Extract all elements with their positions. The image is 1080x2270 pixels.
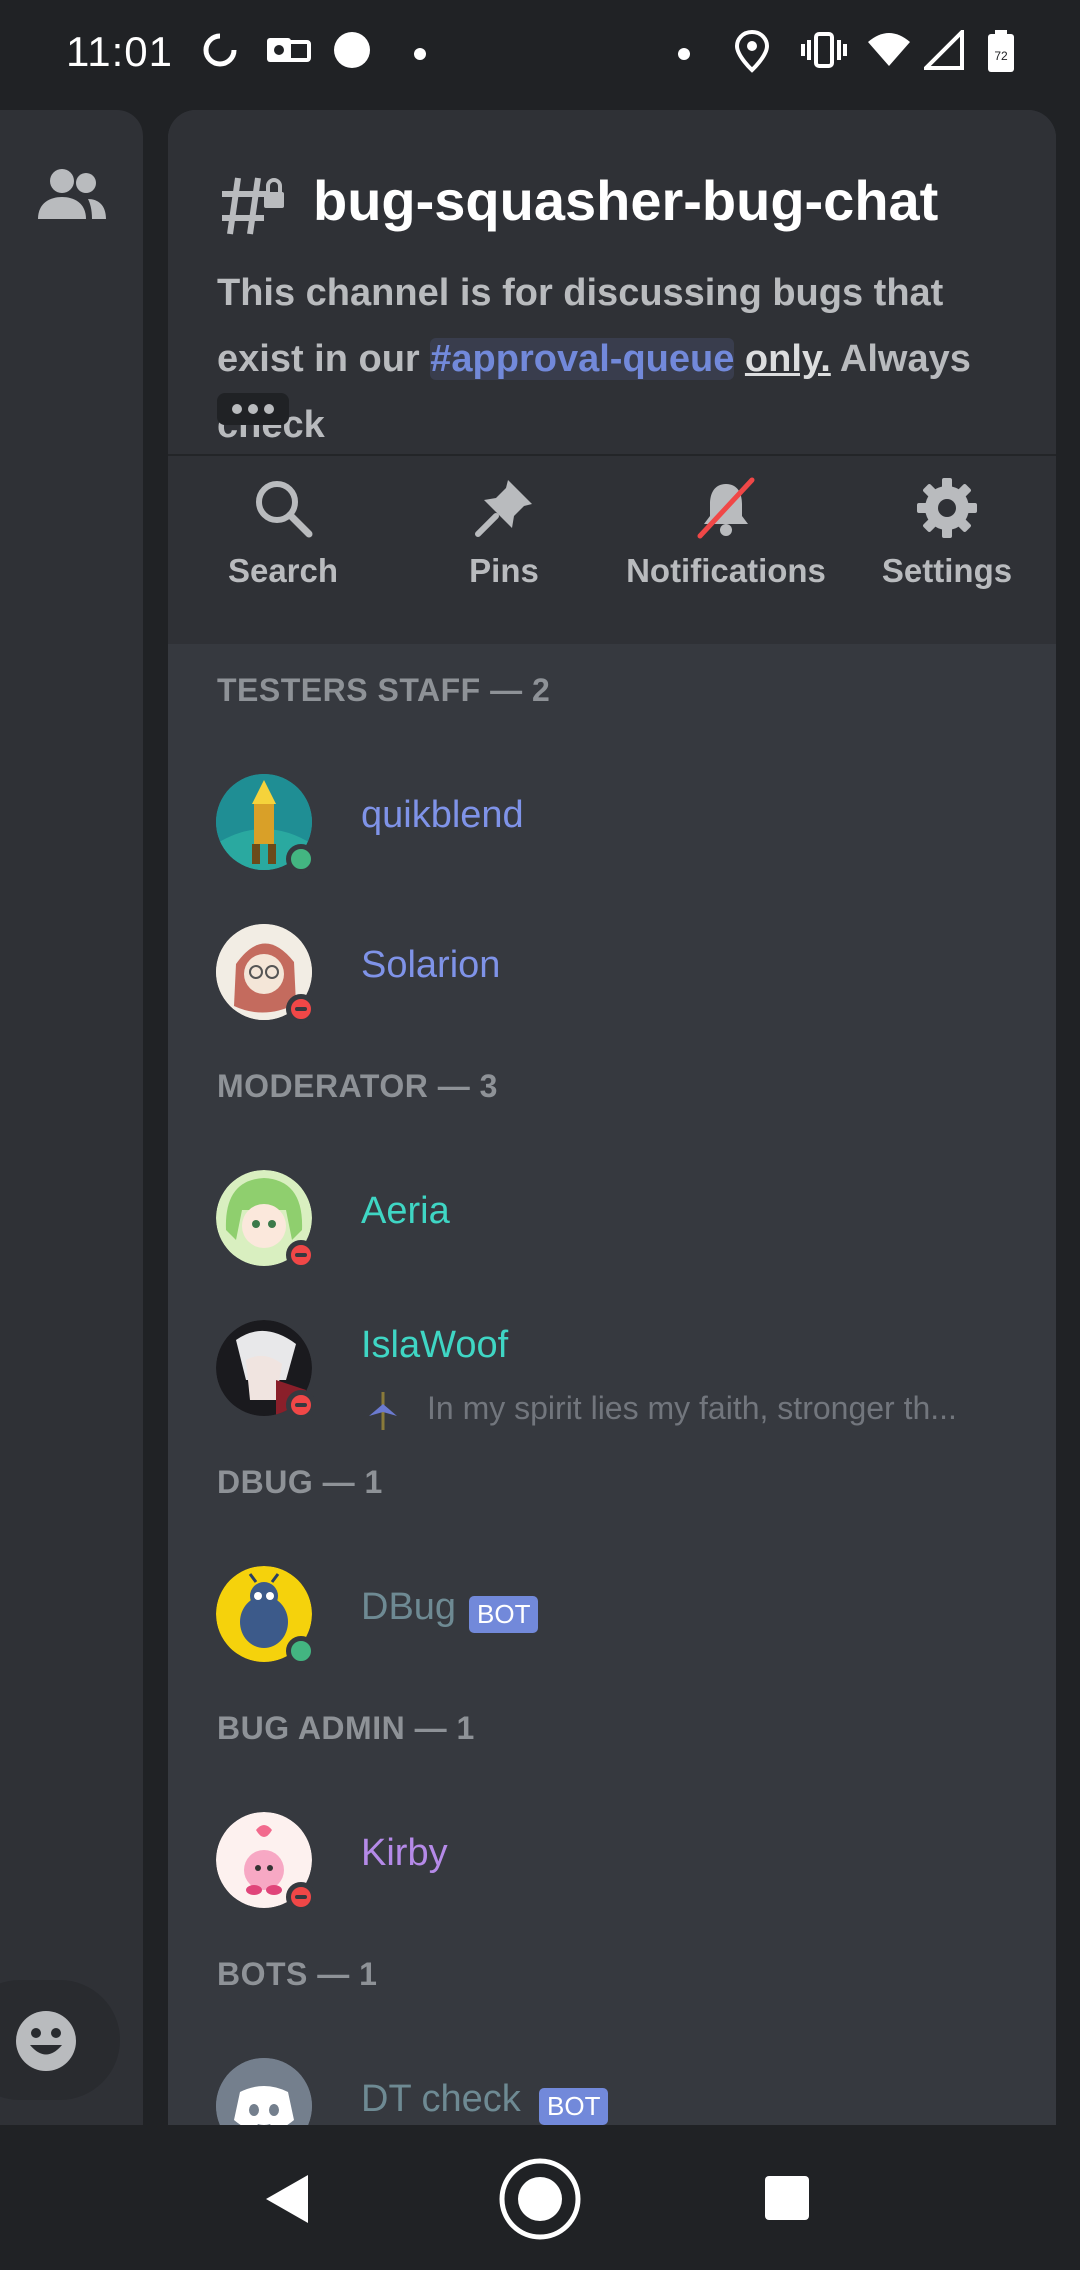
status-dnd-indicator bbox=[286, 1882, 316, 1912]
channel-mention-link[interactable]: #approval-queue bbox=[430, 338, 735, 380]
section-testers-staff: TESTERS STAFF — 2 bbox=[217, 672, 551, 708]
circle-notification-icon bbox=[334, 32, 370, 68]
emoji-button[interactable] bbox=[0, 1980, 120, 2100]
back-icon[interactable] bbox=[262, 2173, 312, 2225]
channel-chat-background bbox=[0, 110, 143, 2125]
home-icon[interactable] bbox=[498, 2157, 582, 2241]
outlook-icon bbox=[267, 38, 311, 62]
member-dt-check[interactable]: DT check BOT bbox=[168, 2048, 1056, 2125]
notifications-label: Notifications bbox=[626, 552, 826, 589]
discord-logo-icon bbox=[216, 2058, 312, 2125]
members-icon[interactable] bbox=[34, 165, 108, 225]
search-button[interactable]: Search bbox=[173, 476, 393, 590]
wifi-icon bbox=[868, 33, 910, 66]
vibrate-icon bbox=[801, 32, 847, 68]
settings-label: Settings bbox=[881, 552, 1013, 589]
member-dbug[interactable]: DBug BOT bbox=[168, 1556, 1056, 1676]
pins-button[interactable]: Pins bbox=[394, 476, 614, 590]
section-moderator: MODERATOR — 3 bbox=[217, 1068, 498, 1104]
sync-icon bbox=[203, 33, 237, 67]
recents-icon[interactable] bbox=[764, 2175, 810, 2221]
bot-tag: BOT bbox=[469, 1596, 539, 1633]
bell-muted-icon bbox=[697, 477, 755, 539]
status-online-indicator bbox=[286, 844, 316, 874]
member-name: DBug bbox=[361, 1586, 457, 1628]
location-icon bbox=[734, 30, 770, 73]
dot-icon bbox=[414, 48, 426, 60]
channel-topic: This channel is for discussing bugs that… bbox=[217, 260, 1017, 458]
status-time: 11:01 bbox=[66, 28, 173, 75]
dot-icon-2 bbox=[678, 48, 690, 60]
topic-more-button[interactable] bbox=[217, 393, 289, 425]
channel-actions-bar: Search Pins Notifications Settings bbox=[168, 456, 1056, 644]
member-solarion[interactable]: Solarion bbox=[168, 914, 1056, 1034]
status-dnd-indicator bbox=[286, 1390, 316, 1420]
channel-details-panel: bug-squasher-bug-chat This channel is fo… bbox=[168, 110, 1056, 2125]
status-dnd-indicator bbox=[286, 1240, 316, 1270]
search-icon bbox=[256, 481, 313, 538]
avatar bbox=[216, 2058, 312, 2125]
search-label: Search bbox=[227, 552, 339, 589]
member-name: Kirby bbox=[361, 1832, 448, 1874]
member-kirby[interactable]: Kirby bbox=[168, 1802, 1056, 1922]
member-name: Solarion bbox=[361, 944, 501, 986]
section-dbug: DBUG — 1 bbox=[217, 1464, 383, 1500]
status-dnd-indicator bbox=[286, 994, 316, 1024]
member-aeria[interactable]: Aeria bbox=[168, 1160, 1056, 1280]
pins-label: Pins bbox=[469, 552, 539, 589]
channel-header: bug-squasher-bug-chat This channel is fo… bbox=[168, 110, 1056, 458]
pin-icon bbox=[475, 480, 532, 537]
battery-level: 72 bbox=[994, 49, 1008, 63]
member-name: DT check bbox=[361, 2078, 521, 2120]
private-channel-icon bbox=[222, 177, 284, 235]
status-bar: 11:01 72 bbox=[0, 0, 1080, 110]
channel-name: bug-squasher-bug-chat bbox=[313, 169, 939, 232]
battery-icon: 72 bbox=[988, 30, 1014, 72]
member-name: IslaWoof bbox=[361, 1324, 509, 1366]
more-icon bbox=[232, 404, 274, 414]
bot-tag: BOT bbox=[539, 2088, 609, 2125]
emoji-icon bbox=[16, 2011, 76, 2071]
member-islawoof[interactable]: IslaWoof In my spirit lies my faith, str… bbox=[168, 1310, 1056, 1430]
gear-icon bbox=[917, 478, 977, 538]
signal-icon bbox=[924, 30, 964, 70]
member-activity: In my spirit lies my faith, stronger th.… bbox=[427, 1390, 957, 1426]
section-bug-admin: BUG ADMIN — 1 bbox=[217, 1710, 475, 1746]
activity-emoji-icon bbox=[369, 1392, 397, 1430]
topic-only: only. bbox=[744, 338, 831, 380]
member-name: Aeria bbox=[361, 1190, 450, 1232]
member-name: quikblend bbox=[361, 794, 524, 836]
settings-button[interactable]: Settings bbox=[837, 476, 1056, 590]
section-bots: BOTS — 1 bbox=[217, 1956, 378, 1992]
notifications-button[interactable]: Notifications bbox=[616, 476, 836, 590]
status-online-indicator bbox=[286, 1636, 316, 1666]
member-quikblend[interactable]: quikblend bbox=[168, 764, 1056, 884]
navigation-bar bbox=[0, 2125, 1080, 2270]
